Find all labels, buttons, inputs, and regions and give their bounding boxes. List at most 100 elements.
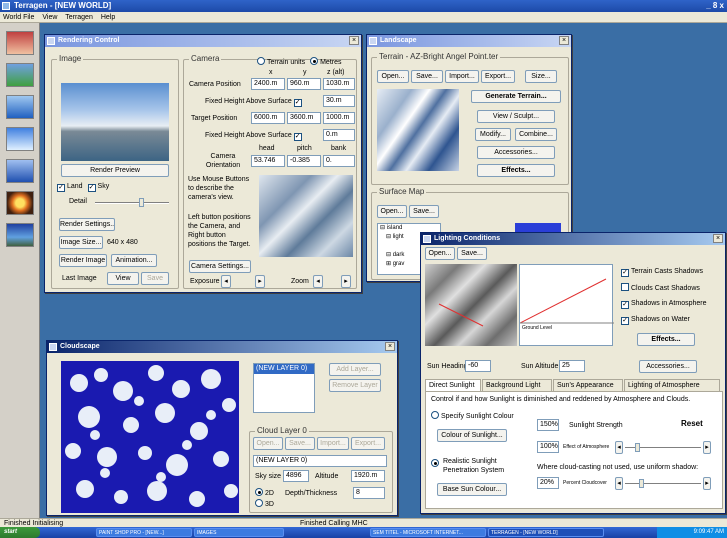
water-tool-icon[interactable] [6, 95, 34, 119]
rendering-tool-icon[interactable] [6, 31, 34, 55]
target-y-field[interactable]: 3600.m [287, 112, 321, 124]
cloud-layer-name-field[interactable]: (NEW LAYER 0) [253, 455, 387, 467]
tab-background-light[interactable]: Background Light [482, 379, 552, 391]
lighting-open-button[interactable]: Open... [425, 247, 455, 260]
modify-button[interactable]: Modify... [475, 128, 511, 141]
lighting-tool-icon[interactable] [6, 191, 34, 215]
surface-map-open-button[interactable]: Open... [377, 205, 407, 218]
terrain-save-button[interactable]: Save... [411, 70, 443, 83]
lighting-effects-button[interactable]: Effects... [637, 333, 695, 346]
landscape-effects-button[interactable]: Effects... [477, 164, 555, 177]
detail-slider[interactable] [95, 198, 169, 207]
fixed-height-2-checkbox[interactable]: ✓ [293, 133, 302, 141]
land-checkbox[interactable]: ✓ [57, 184, 65, 192]
terrain-casts-shadows-checkbox[interactable]: ✓ [621, 269, 629, 277]
close-icon[interactable]: × [559, 36, 569, 45]
lighting-conditions-titlebar[interactable]: Lighting Conditions [421, 233, 725, 245]
exposure-right-button[interactable]: ▸ [255, 275, 265, 288]
sun-altitude-graph[interactable]: Ground Level [519, 264, 614, 346]
camera-x-field[interactable]: 2400.m [251, 78, 285, 90]
sky-size-field[interactable]: 4896 [283, 470, 309, 482]
atmosphere-tool-icon[interactable] [6, 159, 34, 183]
taskbar-item-terragen[interactable]: TERRAGEN - [NEW WORLD] [488, 528, 604, 537]
cloud-layer-list[interactable]: (NEW LAYER 0) [253, 363, 315, 413]
reset-button[interactable]: Reset [681, 419, 703, 428]
close-icon[interactable]: × [713, 234, 723, 243]
detail-slider-thumb[interactable] [139, 198, 144, 207]
cloudscape-titlebar[interactable]: Cloudscape [47, 341, 397, 353]
sunlight-strength-field[interactable]: 150% [537, 419, 559, 431]
specify-colour-radio[interactable] [431, 411, 439, 419]
base-sun-colour-button[interactable]: Base Sun Colour... [437, 483, 507, 496]
animation-button[interactable]: Animation... [111, 254, 157, 267]
close-icon[interactable]: × [349, 36, 359, 45]
exposure-left-button[interactable]: ◂ [221, 275, 231, 288]
landscape-accessories-button[interactable]: Accessories... [477, 146, 555, 159]
altitude-field[interactable]: 1920.m [351, 470, 385, 482]
window-controls[interactable]: _ 8 x [706, 0, 724, 12]
cloudcover-slider[interactable] [625, 479, 701, 488]
menu-world-file[interactable]: World File [3, 14, 34, 21]
landscape-titlebar[interactable]: Landscape [367, 35, 571, 47]
tab-direct-sunlight[interactable]: Direct Sunlight [425, 379, 481, 391]
target-x-field[interactable]: 6000.m [251, 112, 285, 124]
tab-lighting-of-atmosphere[interactable]: Lighting of Atmosphere [624, 379, 720, 391]
zoom-left-button[interactable]: ◂ [313, 275, 323, 288]
realistic-radio[interactable] [431, 459, 439, 467]
terrain-export-button[interactable]: Export... [481, 70, 515, 83]
target-z-field[interactable]: 1000.m [323, 112, 355, 124]
orientation-head-field[interactable]: 53.746 [251, 155, 285, 167]
menu-view[interactable]: View [42, 14, 57, 21]
cloud-save-button[interactable]: Save... [285, 437, 315, 450]
view-sculpt-button[interactable]: View / Sculpt... [477, 110, 555, 123]
shadows-on-water-checkbox[interactable]: ✓ [621, 317, 629, 325]
clouds-cast-shadows-checkbox[interactable] [621, 283, 629, 291]
render-settings-button[interactable]: Render Settings... [59, 218, 115, 231]
depth-field[interactable]: 8 [353, 487, 385, 499]
terrain-units-radio[interactable] [257, 57, 265, 65]
menu-terragen[interactable]: Terragen [65, 14, 93, 21]
fixed-height-1-field[interactable]: 30.m [323, 95, 355, 107]
taskbar-item-paint-shop-pro[interactable]: PAINT SHOP PRO - [NEW...] [96, 528, 192, 537]
effect-of-atmosphere-left-button[interactable]: ◂ [615, 441, 623, 454]
orientation-pitch-field[interactable]: -0.385 [287, 155, 321, 167]
menu-help[interactable]: Help [101, 14, 115, 21]
effect-slider-thumb[interactable] [635, 443, 640, 452]
taskbar-item-images[interactable]: IMAGES [194, 528, 284, 537]
fixed-height-2-field[interactable]: 0.m [323, 129, 355, 141]
sky-checkbox[interactable]: ✓ [87, 184, 96, 192]
lighting-accessories-button[interactable]: Accessories... [639, 360, 697, 373]
cloud-3d-radio[interactable] [255, 499, 263, 507]
cloud-open-button[interactable]: Open... [253, 437, 283, 450]
sun-heading-field[interactable]: -60 [465, 360, 491, 372]
cloud-layer-item[interactable]: (NEW LAYER 0) [254, 364, 314, 374]
surface-map-save-button[interactable]: Save... [409, 205, 439, 218]
landscape-tool-icon[interactable] [6, 63, 34, 87]
sun-position-shaded-terrain[interactable] [425, 264, 517, 346]
combine-button[interactable]: Combine... [515, 128, 557, 141]
camera-y-field[interactable]: 960.m [287, 78, 321, 90]
image-size-button[interactable]: Image Size... [59, 236, 103, 249]
cloud-tool-icon[interactable] [6, 127, 34, 151]
add-layer-button[interactable]: Add Layer... [329, 363, 381, 376]
cloud-export-button[interactable]: Export... [351, 437, 385, 450]
tab-suns-appearance[interactable]: Sun's Appearance [553, 379, 623, 391]
cloudcover-slider-thumb[interactable] [639, 479, 644, 488]
effect-of-atmosphere-slider[interactable] [625, 443, 701, 452]
zoom-right-button[interactable]: ▸ [341, 275, 351, 288]
cloud-import-button[interactable]: Import... [317, 437, 349, 450]
terrain-import-button[interactable]: Import... [445, 70, 479, 83]
rendering-control-titlebar[interactable]: Rendering Control [45, 35, 361, 47]
cloudcover-right-button[interactable]: ▸ [703, 477, 711, 490]
render-preview-button[interactable]: Render Preview [61, 164, 169, 177]
sun-altitude-field[interactable]: 25 [559, 360, 585, 372]
view-last-image-button[interactable]: View [107, 272, 139, 285]
save-last-image-button[interactable]: Save [141, 272, 169, 285]
percent-cloudcover-field[interactable]: 20% [537, 477, 559, 489]
render-image-button[interactable]: Render Image [59, 254, 107, 267]
orientation-bank-field[interactable]: 0. [323, 155, 355, 167]
generate-terrain-button[interactable]: Generate Terrain... [471, 90, 561, 103]
cloud-2d-radio[interactable] [255, 488, 263, 496]
taskbar-item-internet-explorer[interactable]: SEM TITEL - MICROSOFT INTERNET... [370, 528, 486, 537]
metres-radio[interactable] [310, 57, 319, 65]
